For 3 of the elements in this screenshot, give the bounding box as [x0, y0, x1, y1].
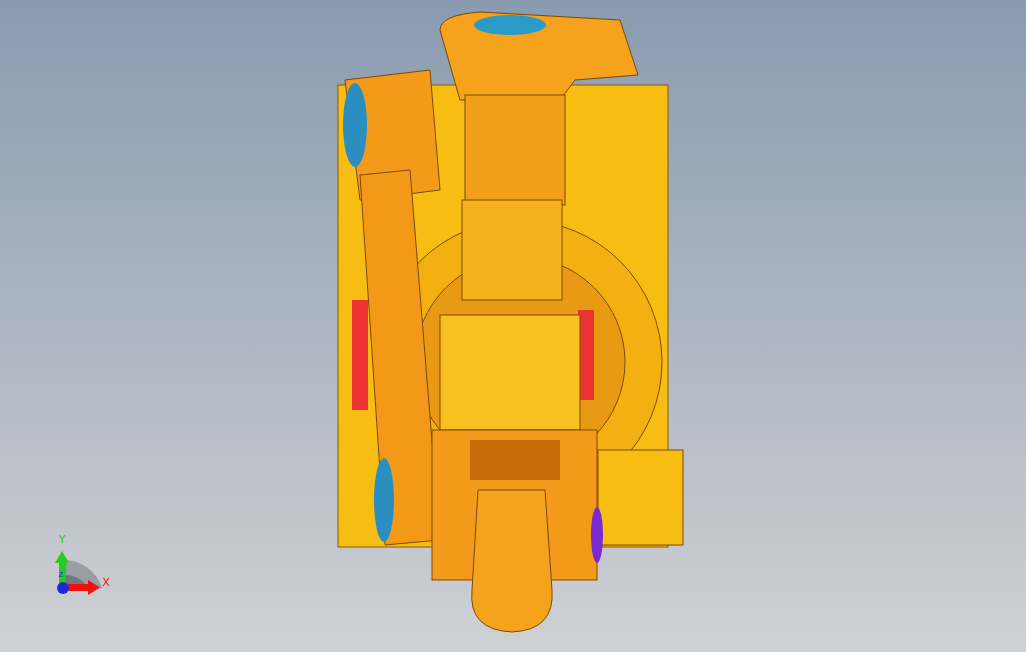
axis-triad-drawing [55, 551, 102, 595]
axis-label: X [102, 576, 110, 589]
axis-label: Y [58, 533, 66, 546]
